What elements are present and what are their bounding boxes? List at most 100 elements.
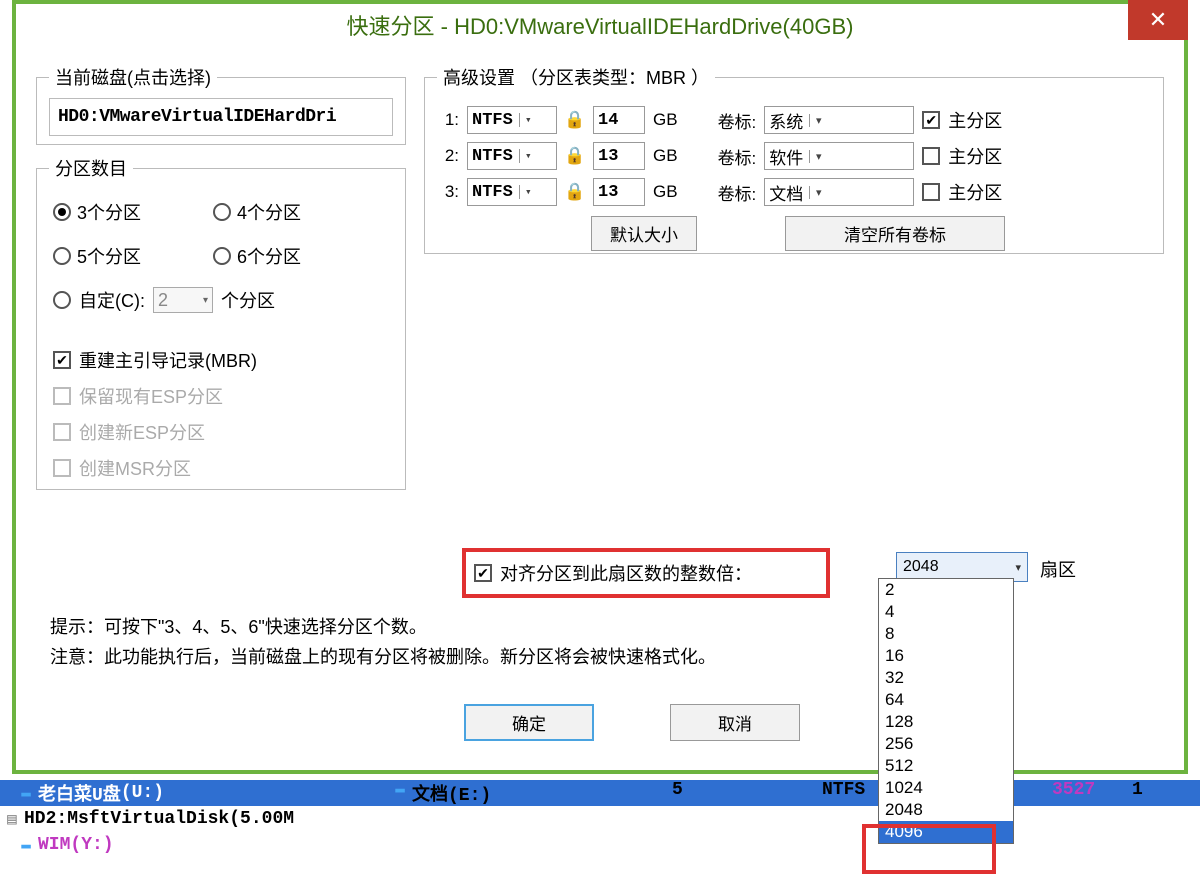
tree-item-wim[interactable]: ▬ WIM (Y:)	[0, 832, 1200, 858]
checkbox-primary[interactable]: 主分区	[922, 143, 1002, 169]
row-index: 1:	[437, 110, 459, 130]
partition-row: 2: NTFS▾ 🔒 13 GB 卷标: 软件▾ 主分区	[437, 142, 1151, 170]
chevron-down-icon: ▾	[519, 149, 537, 163]
dropdown-option[interactable]: 32	[879, 667, 1013, 689]
current-disk-group: 当前磁盘(点击选择) HD0:VMwareVirtualIDEHardDri	[36, 64, 406, 145]
checkbox-label: 重建主引导记录(MBR)	[79, 347, 257, 373]
radio-label: 6个分区	[237, 243, 301, 269]
lock-icon[interactable]: 🔒	[565, 110, 585, 130]
right-column: 高级设置 （分区表类型：MBR ） 1: NTFS▾ 🔒 14 GB 卷标: 系…	[424, 64, 1164, 596]
checkbox-keep-esp: 保留现有ESP分区	[53, 383, 389, 409]
radio-custom[interactable]: 自定(C): 2 ▾ 个分区	[53, 287, 373, 313]
dropdown-option[interactable]: 2	[879, 579, 1013, 601]
unit-label: GB	[653, 182, 678, 202]
size-field[interactable]: 13	[593, 142, 645, 170]
radio-icon	[213, 203, 231, 221]
volume-label-combo[interactable]: 系统▾	[764, 106, 914, 134]
cell-name: 文档(E:)	[412, 780, 672, 806]
volume-label-combo[interactable]: 软件▾	[764, 142, 914, 170]
checkbox-align-sectors[interactable]: ✔ 对齐分区到此扇区数的整数倍：	[474, 560, 752, 586]
volume-prefix: 卷标:	[718, 180, 757, 205]
drive-icon: ▬	[388, 780, 412, 806]
sector-suffix: 扇区	[1040, 556, 1076, 582]
window-title: 快速分区 - HD0:VMwareVirtualIDEHardDrive(40G…	[347, 9, 854, 41]
warning-line: 注意：此功能执行后，当前磁盘上的现有分区将被删除。新分区将会被快速格式化。	[50, 642, 716, 672]
partition-count-legend: 分区数目	[49, 155, 133, 181]
radio-icon	[53, 203, 71, 221]
size-field[interactable]: 13	[593, 178, 645, 206]
checkbox-icon	[922, 147, 940, 165]
checkbox-label: 对齐分区到此扇区数的整数倍：	[500, 560, 752, 586]
dropdown-option[interactable]: 2048	[879, 799, 1013, 821]
checkbox-rebuild-mbr[interactable]: ✔ 重建主引导记录(MBR)	[53, 347, 389, 373]
clear-labels-button[interactable]: 清空所有卷标	[785, 216, 1005, 251]
close-button[interactable]: ✕	[1128, 0, 1188, 40]
dialog-buttons: 确定 取消	[464, 704, 800, 741]
radio-4-partitions[interactable]: 4个分区	[213, 199, 373, 225]
radio-6-partitions[interactable]: 6个分区	[213, 243, 373, 269]
chevron-down-icon: ▾	[809, 186, 827, 199]
partition-count-group: 分区数目 3个分区 4个分区 5个分区	[36, 155, 406, 490]
dropdown-option[interactable]: 4096	[879, 821, 1013, 843]
titlebar: 快速分区 - HD0:VMwareVirtualIDEHardDrive(40G…	[16, 4, 1184, 46]
tree-drive: (Y:)	[70, 835, 113, 855]
volume-prefix: 卷标:	[718, 144, 757, 169]
current-disk-legend: 当前磁盘(点击选择)	[49, 64, 217, 90]
partition-row: 1: NTFS▾ 🔒 14 GB 卷标: 系统▾ ✔ 主分区	[437, 106, 1151, 134]
advanced-legend: 高级设置 （分区表类型：MBR ）	[437, 64, 715, 90]
dialog-content: 当前磁盘(点击选择) HD0:VMwareVirtualIDEHardDri 分…	[16, 46, 1184, 606]
checkbox-label: 主分区	[948, 179, 1002, 205]
chevron-down-icon: ▾	[809, 150, 827, 163]
unit-label: GB	[653, 110, 678, 130]
radio-icon	[53, 247, 71, 265]
cell-col1: 5	[672, 780, 822, 806]
unit-label: GB	[653, 146, 678, 166]
tree-drive: (U:)	[121, 783, 164, 803]
background-table-row: ▬ 文档(E:) 5 NTFS 3527 1	[388, 780, 1172, 806]
default-size-button[interactable]: 默认大小	[591, 216, 697, 251]
filesystem-combo[interactable]: NTFS▾	[467, 142, 557, 170]
tree-label: 老白菜U盘	[38, 780, 121, 806]
dropdown-option[interactable]: 512	[879, 755, 1013, 777]
cancel-button[interactable]: 取消	[670, 704, 800, 741]
checkbox-icon: ✔	[922, 111, 940, 129]
dropdown-option[interactable]: 16	[879, 645, 1013, 667]
checkbox-primary[interactable]: 主分区	[922, 179, 1002, 205]
row-index: 3:	[437, 182, 459, 202]
radio-label: 4个分区	[237, 199, 301, 225]
checkbox-label: 主分区	[948, 107, 1002, 133]
chevron-down-icon: ▾	[519, 185, 537, 199]
lock-icon[interactable]: 🔒	[565, 182, 585, 202]
left-column: 当前磁盘(点击选择) HD0:VMwareVirtualIDEHardDri 分…	[36, 64, 406, 596]
tree-item-hd2[interactable]: ▤ HD2:MsftVirtualDisk(5.00M	[0, 806, 1200, 832]
filesystem-combo[interactable]: NTFS▾	[467, 106, 557, 134]
disk-selector[interactable]: HD0:VMwareVirtualIDEHardDri	[49, 98, 393, 136]
volume-prefix: 卷标:	[718, 108, 757, 133]
sector-dropdown-list[interactable]: 248163264128256512102420484096	[878, 578, 1014, 844]
align-highlight: ✔ 对齐分区到此扇区数的整数倍：	[462, 548, 830, 598]
close-icon: ✕	[1149, 7, 1167, 33]
dropdown-option[interactable]: 1024	[879, 777, 1013, 799]
size-field[interactable]: 14	[593, 106, 645, 134]
checkbox-primary[interactable]: ✔ 主分区	[922, 107, 1002, 133]
radio-3-partitions[interactable]: 3个分区	[53, 199, 213, 225]
ok-button[interactable]: 确定	[464, 704, 594, 741]
cell-size: 3527	[1052, 780, 1132, 806]
checkbox-icon	[922, 183, 940, 201]
dropdown-option[interactable]: 8	[879, 623, 1013, 645]
radio-5-partitions[interactable]: 5个分区	[53, 243, 213, 269]
checkbox-label: 创建新ESP分区	[79, 419, 205, 445]
checkbox-label: 创建MSR分区	[79, 455, 191, 481]
custom-suffix: 个分区	[221, 287, 275, 313]
spinner-value: 2	[158, 290, 168, 311]
checkbox-icon	[53, 459, 71, 477]
custom-count-spinner[interactable]: 2 ▾	[153, 287, 213, 313]
dropdown-option[interactable]: 256	[879, 733, 1013, 755]
filesystem-combo[interactable]: NTFS▾	[467, 178, 557, 206]
dropdown-option[interactable]: 64	[879, 689, 1013, 711]
lock-icon[interactable]: 🔒	[565, 146, 585, 166]
dropdown-option[interactable]: 128	[879, 711, 1013, 733]
volume-label-combo[interactable]: 文档▾	[764, 178, 914, 206]
dropdown-option[interactable]: 4	[879, 601, 1013, 623]
radio-icon	[53, 291, 71, 309]
